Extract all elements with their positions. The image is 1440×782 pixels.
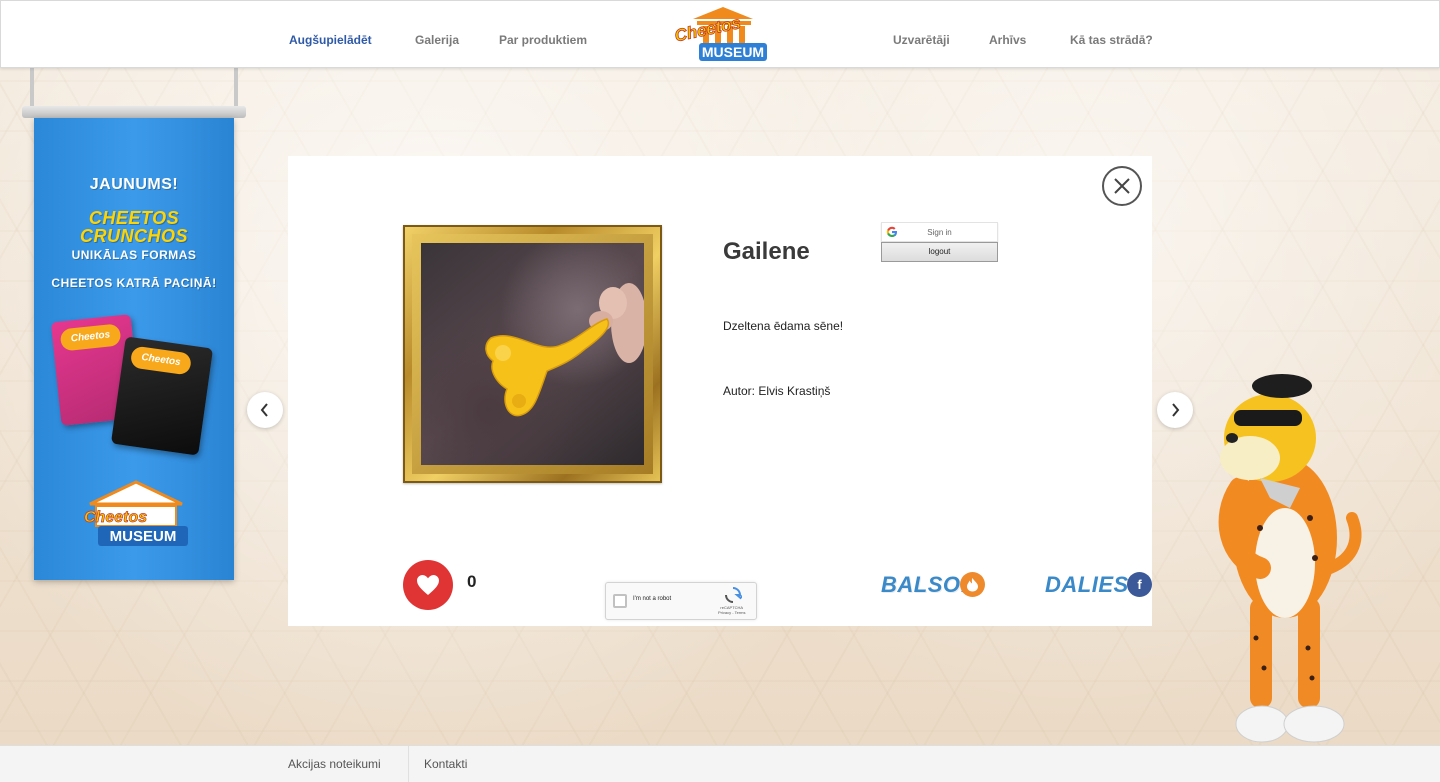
recaptcha-brand: reCAPTCHA Privacy - Terms bbox=[718, 605, 745, 615]
entry-author: Autor: Elvis Krastiņš bbox=[723, 384, 831, 398]
logo-text-bottom: MUSEUM bbox=[702, 44, 764, 60]
logout-button[interactable]: logout bbox=[881, 242, 998, 262]
banner-museum-top: Cheetos bbox=[84, 509, 147, 526]
next-arrow-button[interactable] bbox=[1157, 392, 1193, 428]
promo-banner[interactable]: JAUNUMS! CHEETOS CRUNCHOS UNIKĀLAS FORMA… bbox=[34, 118, 234, 580]
chester-cheetah-mascot bbox=[1190, 368, 1370, 748]
nav-products[interactable]: Par produktiem bbox=[499, 33, 587, 47]
banner-museum-bottom: MUSEUM bbox=[110, 528, 177, 545]
footer-contacts-link[interactable]: Kontakti bbox=[424, 757, 467, 771]
cheetos-museum-logo[interactable]: Cheetos MUSEUM bbox=[672, 5, 769, 63]
entry-modal: Gailene Dzeltena ēdama sēne! Autor: Elvi… bbox=[288, 156, 1152, 626]
entry-photo[interactable] bbox=[421, 243, 644, 465]
banner-product: CRUNCHOS bbox=[79, 226, 188, 246]
google-icon bbox=[886, 226, 897, 237]
google-signin-label: Sign in bbox=[927, 228, 952, 237]
facebook-icon[interactable]: f bbox=[1127, 572, 1152, 597]
cheeto-shape-image bbox=[485, 283, 644, 417]
banner-museum-logo: Cheetos MUSEUM bbox=[78, 480, 194, 550]
google-signin-button[interactable]: Sign in bbox=[881, 222, 998, 242]
nav-archive[interactable]: Arhīvs bbox=[989, 33, 1026, 47]
banner-headline: JAUNUMS! bbox=[89, 176, 179, 193]
banner-rod bbox=[22, 106, 246, 118]
banner-tagline-2: CHEETOS KATRĀ PACIŅĀ! bbox=[51, 276, 217, 290]
recaptcha-links[interactable]: Privacy - Terms bbox=[718, 610, 745, 615]
share-label[interactable]: DALIES! bbox=[1045, 572, 1137, 598]
entry-description: Dzeltena ēdama sēne! bbox=[723, 319, 844, 333]
like-button[interactable] bbox=[403, 560, 453, 610]
bag-logo: Cheetos bbox=[59, 323, 122, 352]
recaptcha-checkbox[interactable] bbox=[613, 594, 627, 608]
heart-icon bbox=[417, 575, 439, 595]
recaptcha-icon bbox=[725, 587, 742, 603]
footer-rules-link[interactable]: Akcijas noteikumi bbox=[288, 757, 381, 771]
like-count: 0 bbox=[467, 572, 477, 591]
nav-gallery[interactable]: Galerija bbox=[415, 33, 459, 47]
fire-icon[interactable] bbox=[960, 572, 985, 597]
previous-arrow-button[interactable] bbox=[247, 392, 283, 428]
close-button[interactable] bbox=[1102, 166, 1142, 206]
gold-picture-frame bbox=[403, 225, 662, 483]
flame-icon bbox=[967, 578, 978, 592]
banner-tagline-1: UNIKĀLAS FORMAS bbox=[71, 248, 197, 262]
site-header: Augšupielādēt Galerija Par produktiem Ch… bbox=[0, 0, 1440, 68]
vote-label[interactable]: BALSO! bbox=[881, 572, 968, 598]
recaptcha-widget: I'm not a robot reCAPTCHA Privacy - Term… bbox=[605, 582, 757, 620]
frame-inner bbox=[412, 234, 653, 474]
nav-winners[interactable]: Uzvarētāji bbox=[893, 33, 950, 47]
entry-title: Gailene bbox=[723, 238, 810, 265]
chevron-left-icon bbox=[260, 403, 268, 417]
nav-upload[interactable]: Augšupielādēt bbox=[289, 33, 372, 47]
bag-logo: Cheetos bbox=[129, 345, 193, 376]
snack-bag-black: Cheetos bbox=[110, 336, 214, 456]
recaptcha-label: I'm not a robot bbox=[633, 596, 672, 602]
chevron-right-icon bbox=[1172, 403, 1180, 417]
nav-how-it-works[interactable]: Kā tas strādā? bbox=[1070, 33, 1153, 47]
site-footer: Akcijas noteikumi Kontakti bbox=[0, 745, 1440, 782]
footer-divider bbox=[408, 746, 409, 782]
close-icon bbox=[1114, 178, 1130, 194]
